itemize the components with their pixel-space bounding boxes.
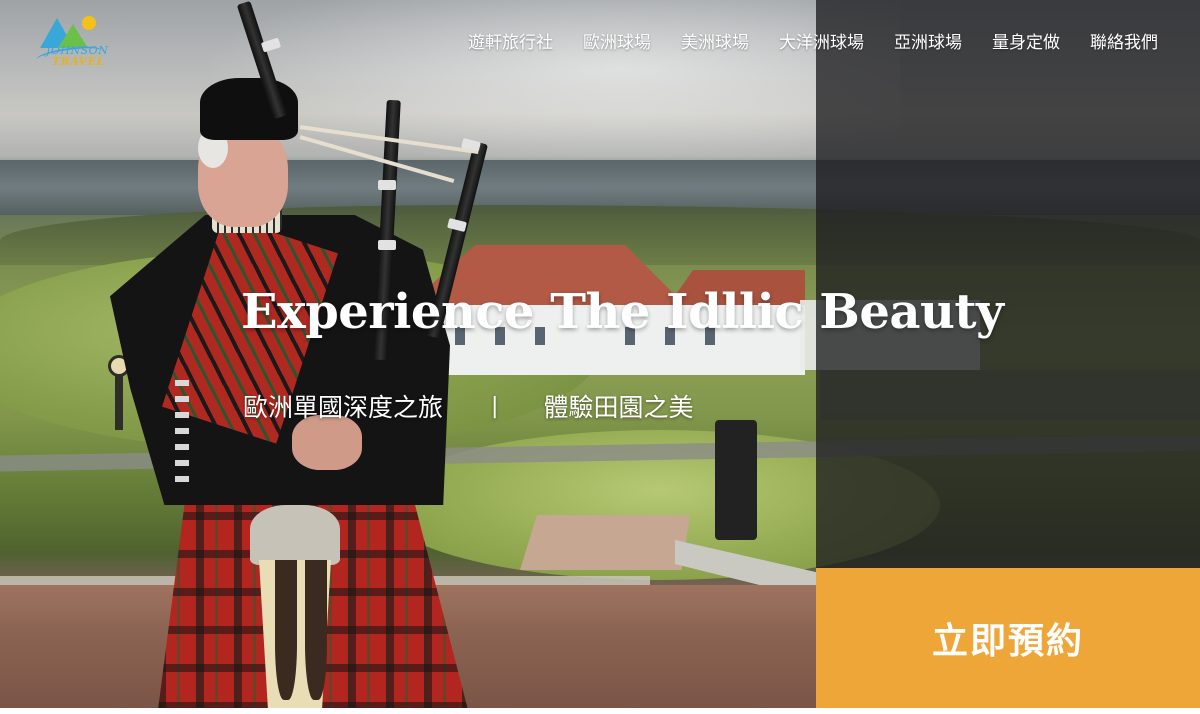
nav-item-agency[interactable]: 遊軒旅行社: [468, 28, 553, 53]
hero-subtitle-left: 歐洲單國深度之旅: [243, 393, 444, 422]
sun-icon: [82, 16, 96, 30]
hero-subtitle-right: 體驗田園之美: [543, 393, 694, 422]
planter: [520, 515, 690, 570]
nav-item-europe-courses[interactable]: 歐洲球場: [583, 28, 651, 53]
nav-item-asia-courses[interactable]: 亞洲球場: [894, 28, 962, 53]
page-bottom-edge: [0, 708, 1200, 714]
book-now-button[interactable]: 立即預約: [816, 568, 1200, 708]
piper-buttons: [175, 380, 189, 490]
nav-item-americas-courses[interactable]: 美洲球場: [681, 28, 749, 53]
book-now-label: 立即預約: [931, 621, 1084, 662]
nav-item-oceania-courses[interactable]: 大洋洲球場: [779, 28, 864, 53]
sporran-tassel: [275, 560, 297, 700]
main-nav: 遊軒旅行社 歐洲球場 美洲球場 大洋洲球場 亞洲球場 量身定做 聯絡我們: [468, 28, 1158, 53]
logo-text-travel: TRAVEL: [52, 55, 105, 68]
sky-glow: [200, 0, 900, 170]
hero-subtitle: 歐洲單國深度之旅 | 體驗田園之美: [243, 388, 693, 424]
bagpipe-drone-ferrule: [378, 180, 396, 190]
sporran: [250, 505, 340, 565]
hero-subtitle-separator: |: [491, 393, 499, 419]
bagpipe-drone-ferrule: [378, 240, 396, 250]
brand-logo[interactable]: JOHNSON TRAVEL: [32, 12, 108, 68]
nav-item-contact[interactable]: 聯絡我們: [1090, 28, 1158, 53]
sporran-tassel: [305, 560, 327, 700]
bollard: [715, 420, 757, 540]
hero-title: Experience The Idllic Beauty: [241, 284, 1004, 340]
nav-item-custom-tours[interactable]: 量身定做: [992, 28, 1060, 53]
